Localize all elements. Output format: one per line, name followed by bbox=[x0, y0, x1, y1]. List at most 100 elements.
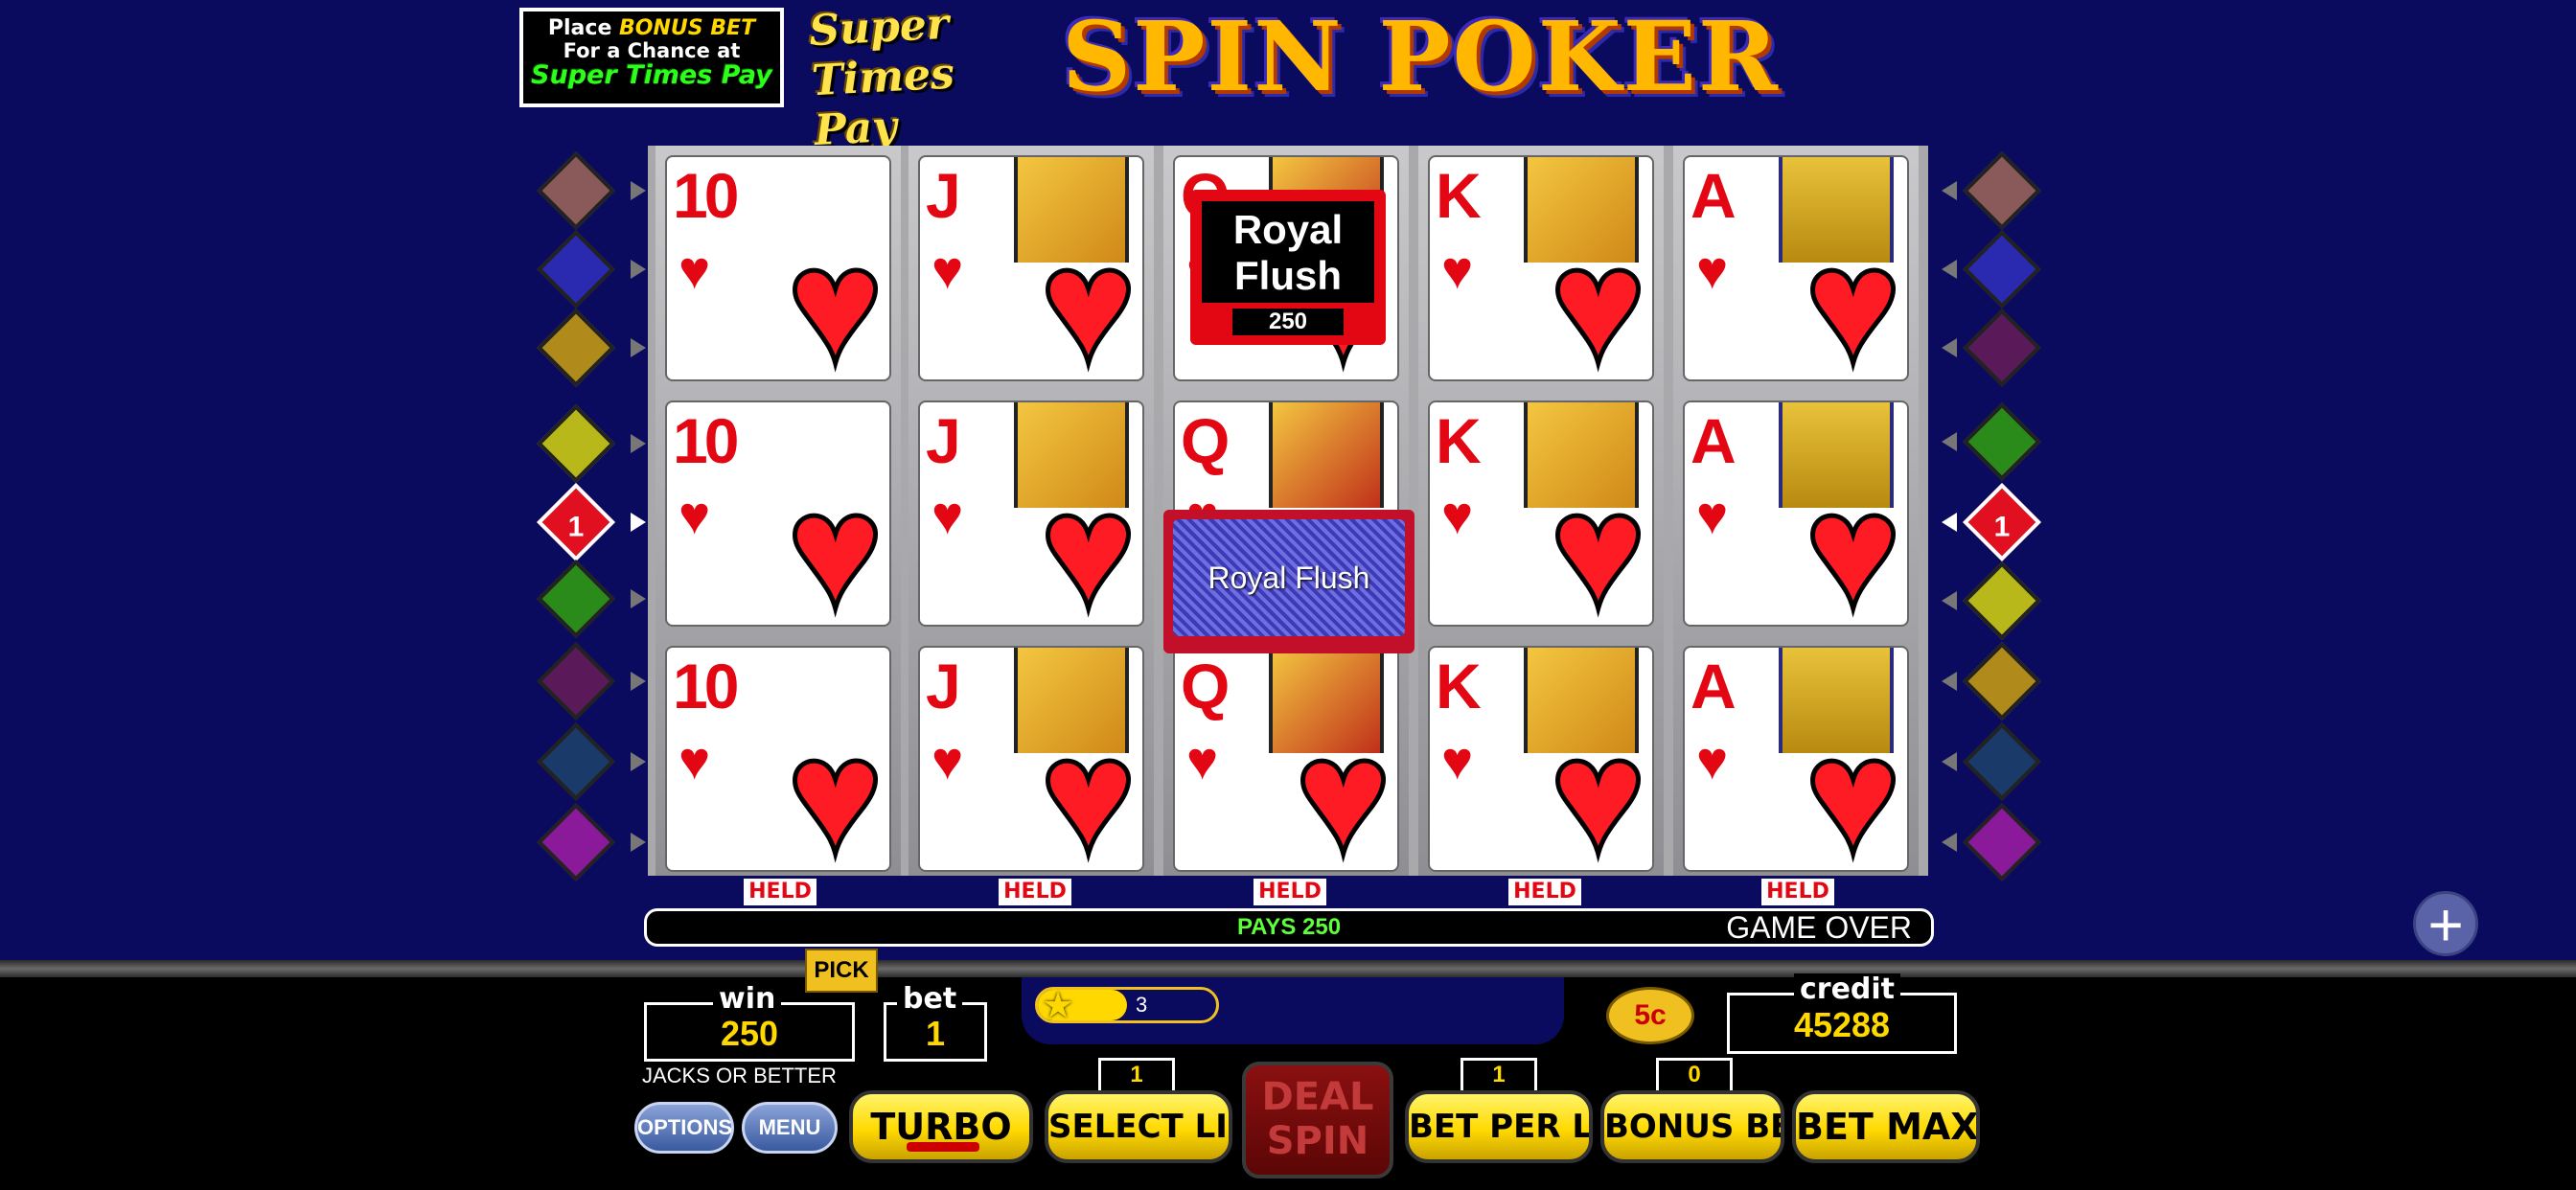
turbo-button[interactable]: TURBO bbox=[849, 1090, 1033, 1163]
heart-icon: ♥ bbox=[932, 240, 964, 300]
payline-number: 1 bbox=[567, 511, 585, 543]
win-hand-pays: 250 bbox=[1232, 309, 1344, 335]
game-state-text: GAME OVER bbox=[1726, 910, 1912, 945]
super-times-pay-logo: Super Times Pay bbox=[808, 0, 1005, 155]
heart-icon: ♥ bbox=[1293, 705, 1394, 872]
bet-value: 1 bbox=[925, 1014, 946, 1053]
select-lines-button[interactable]: SELECT LINES bbox=[1045, 1090, 1232, 1163]
held-label-4: HELD bbox=[1508, 879, 1581, 905]
win-hand-label: Royal Flush 250 bbox=[1190, 190, 1386, 345]
card-rank: K bbox=[1436, 651, 1482, 721]
payline-number-right: 1 bbox=[1993, 511, 2011, 543]
heart-icon: ♥ bbox=[1186, 730, 1219, 790]
heart-icon: ♥ bbox=[1696, 730, 1729, 790]
heart-icon: ♥ bbox=[678, 240, 711, 300]
bet-label: bet bbox=[897, 983, 963, 1016]
deal-spin-button[interactable]: DEAL SPIN bbox=[1242, 1062, 1393, 1179]
bonus-bet-value: 0 bbox=[1656, 1058, 1733, 1090]
card: Q ♥ ♥ bbox=[1173, 646, 1399, 872]
card: A ♥ ♥ bbox=[1683, 400, 1909, 627]
held-label-2: HELD bbox=[999, 879, 1071, 905]
heart-icon: ♥ bbox=[785, 215, 886, 381]
right-line-indicators: 1 bbox=[1926, 150, 2051, 891]
panel-divider bbox=[0, 960, 2576, 977]
card: J ♥ ♥ bbox=[918, 155, 1144, 381]
card-rank: Q bbox=[1181, 405, 1230, 476]
heart-icon: ♥ bbox=[1548, 705, 1649, 872]
bet-per-line-value: 1 bbox=[1460, 1058, 1537, 1090]
star-progress: ★ 3 bbox=[1035, 986, 1219, 1026]
heart-icon: ♥ bbox=[1548, 460, 1649, 627]
card: J ♥ ♥ bbox=[918, 646, 1144, 872]
stp-line-2: Times Pay bbox=[810, 49, 956, 156]
win-label: win bbox=[713, 983, 782, 1016]
heart-icon: ♥ bbox=[1696, 240, 1729, 300]
heart-icon: ♥ bbox=[1038, 705, 1139, 872]
heart-icon: ♥ bbox=[678, 485, 711, 545]
card: 10 ♥ ♥ bbox=[665, 646, 891, 872]
heart-icon: ♥ bbox=[785, 460, 886, 627]
bonus-bet-button[interactable]: BONUS BET bbox=[1600, 1090, 1784, 1163]
spin-result-label: Royal Flush bbox=[1173, 519, 1405, 636]
card: K ♥ ♥ bbox=[1428, 155, 1654, 381]
win-value: 250 bbox=[720, 1014, 779, 1053]
held-label-3: HELD bbox=[1254, 879, 1326, 905]
promo-text-2: For a Chance at bbox=[563, 39, 741, 62]
bet-per-line-button[interactable]: BET PER LINE bbox=[1405, 1090, 1593, 1163]
heart-icon: ♥ bbox=[932, 730, 964, 790]
card-rank: J bbox=[926, 160, 961, 231]
star-count: 3 bbox=[1136, 993, 1148, 1017]
left-line-indicators: 1 bbox=[536, 150, 652, 891]
card-column-4[interactable]: K ♥ ♥ K ♥ ♥ K ♥ ♥ bbox=[1418, 146, 1664, 876]
card-rank: Q bbox=[1181, 651, 1230, 721]
card: K ♥ ♥ bbox=[1428, 646, 1654, 872]
card-rank: K bbox=[1436, 160, 1482, 231]
card-rank: 10 bbox=[673, 651, 739, 721]
heart-icon: ♥ bbox=[1038, 460, 1139, 627]
heart-icon: ♥ bbox=[1441, 730, 1474, 790]
heart-icon: ♥ bbox=[1803, 460, 1904, 627]
game-name: JACKS OR BETTER bbox=[642, 1064, 837, 1087]
bet-max-button[interactable]: BET MAX bbox=[1792, 1090, 1980, 1163]
card: A ♥ ♥ bbox=[1683, 155, 1909, 381]
card-rank: J bbox=[926, 405, 961, 476]
menu-button[interactable]: MENU bbox=[742, 1102, 838, 1154]
card-rank: A bbox=[1690, 160, 1736, 231]
plus-icon[interactable]: + bbox=[2413, 891, 2478, 956]
heart-icon: ♥ bbox=[1803, 215, 1904, 381]
held-label-1: HELD bbox=[744, 879, 816, 905]
promo-highlight: BONUS BET bbox=[619, 16, 756, 40]
turbo-indicator bbox=[907, 1142, 979, 1152]
promo-text: Place bbox=[547, 16, 620, 40]
card-rank: A bbox=[1690, 405, 1736, 476]
win-hand-name: Royal Flush bbox=[1202, 201, 1374, 303]
heart-icon: ♥ bbox=[785, 705, 886, 872]
credit-label: credit bbox=[1794, 973, 1901, 1006]
heart-icon: ♥ bbox=[1441, 240, 1474, 300]
card-rank: A bbox=[1690, 651, 1736, 721]
denomination-button[interactable]: 5c bbox=[1606, 987, 1694, 1044]
heart-icon: ♥ bbox=[1803, 705, 1904, 872]
card-rank: 10 bbox=[673, 405, 739, 476]
card: K ♥ ♥ bbox=[1428, 400, 1654, 627]
status-bar: PAYS 250 GAME OVER bbox=[644, 908, 1934, 947]
card-column-5[interactable]: A ♥ ♥ A ♥ ♥ A ♥ ♥ bbox=[1673, 146, 1919, 876]
heart-icon: ♥ bbox=[1548, 215, 1649, 381]
pick-badge[interactable]: PICK bbox=[805, 949, 878, 993]
heart-icon: ♥ bbox=[1696, 485, 1729, 545]
card-rank: J bbox=[926, 651, 961, 721]
options-button[interactable]: OPTIONS bbox=[634, 1102, 734, 1154]
card-rank: K bbox=[1436, 405, 1482, 476]
card-column-1[interactable]: 10 ♥ ♥ 10 ♥ ♥ 10 ♥ ♥ bbox=[656, 146, 901, 876]
card: 10 ♥ ♥ bbox=[665, 400, 891, 627]
heart-icon: ♥ bbox=[932, 485, 964, 545]
held-label-5: HELD bbox=[1761, 879, 1834, 905]
deal-label: DEAL bbox=[1261, 1075, 1374, 1119]
bonus-bet-promo: Place BONUS BET For a Chance at Super Ti… bbox=[519, 8, 784, 107]
select-lines-value: 1 bbox=[1098, 1058, 1175, 1090]
card-column-2[interactable]: J ♥ ♥ J ♥ ♥ J ♥ ♥ bbox=[908, 146, 1154, 876]
game-title: SPIN POKER bbox=[1062, 0, 1780, 113]
heart-icon: ♥ bbox=[1038, 215, 1139, 381]
card: J ♥ ♥ bbox=[918, 400, 1144, 627]
card-rank: 10 bbox=[673, 160, 739, 231]
